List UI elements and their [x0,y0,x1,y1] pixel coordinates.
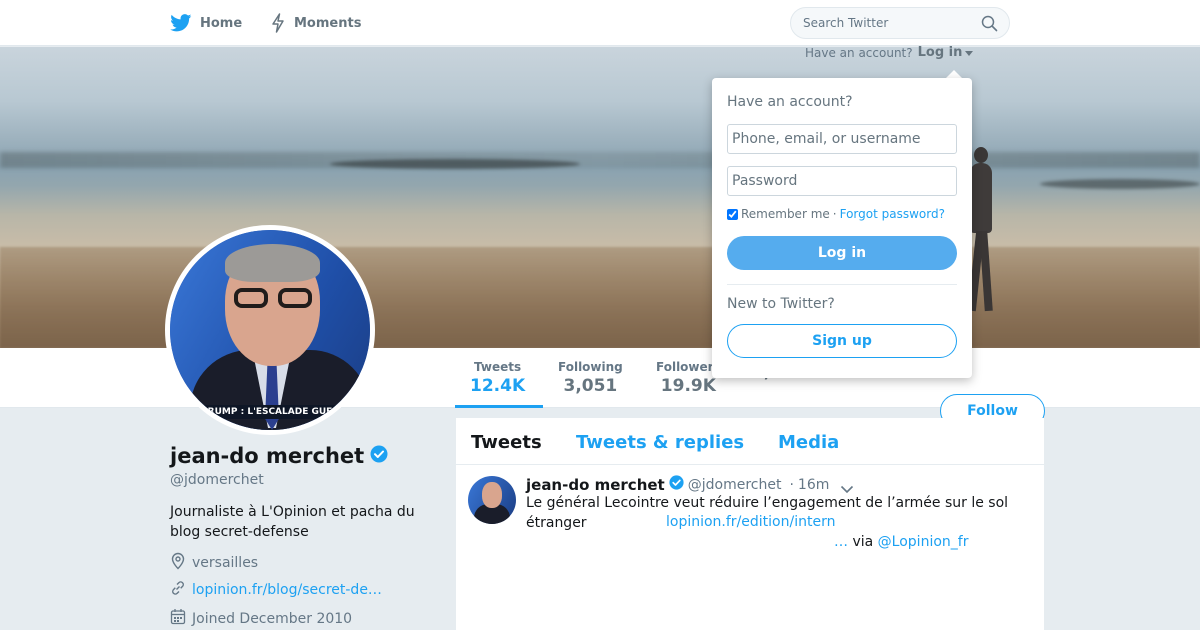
joined-text: Joined December 2010 [192,610,353,627]
tweet-header: jean-do merchet @jdomerchet · 16m [526,475,829,494]
nav-home-label: Home [200,15,243,31]
top-navigation: Home Moments [0,0,1200,46]
stat-label: Tweets [474,360,522,374]
timeline: Tweets Tweets & replies Media jean-do me… [456,418,1044,630]
stat-value: 19.9K [660,376,716,396]
chevron-down-icon [965,45,974,60]
remember-separator: · [832,207,837,221]
signup-button[interactable]: Sign up [727,324,957,358]
nav-moments[interactable]: Moments [270,0,361,46]
tweet-via: … via @Lopinion_fr [834,534,968,550]
stat-following[interactable]: Following 3,051 [558,360,623,396]
account-bar: Have an account? Log in [805,45,974,60]
tweet-author-handle[interactable]: @jdomerchet [688,477,782,493]
stat-value: 3,051 [563,376,618,396]
login-dropdown: Have an account? Remember me · Forgot pa… [712,78,972,378]
profile-website: lopinion.fr/blog/secret-de… [170,580,382,600]
link-icon [170,580,186,600]
avatar[interactable]: RUMP : L'ESCALADE GUE [165,225,375,435]
tweet-avatar[interactable] [468,476,516,524]
password-field[interactable] [727,166,957,196]
tweet-via-word: via [852,534,874,550]
profile-name-row: jean-do merchet [170,444,440,468]
profile-name[interactable]: jean-do merchet [170,444,364,468]
account-prompt: Have an account? [805,45,913,60]
tweet-separator: · [789,476,794,493]
profile-bio: Journaliste à L'Opinion et pacha du blog… [170,504,415,540]
tweet-via-ellipsis[interactable]: … [834,534,848,550]
verified-badge-icon [370,444,388,468]
tweet-link[interactable]: lopinion.fr/edition/intern [666,514,835,530]
search-box [790,7,1010,39]
search-input[interactable] [803,8,973,38]
banner-rock [330,159,580,169]
tweet-via-handle[interactable]: @Lopinion_fr [878,534,969,550]
banner-wave [0,152,1200,168]
profile-handle[interactable]: @jdomerchet [170,472,440,488]
login-button[interactable]: Log in [727,236,957,270]
stat-value: 12.4K [470,376,526,396]
website-link[interactable]: lopinion.fr/blog/secret-de… [192,582,382,598]
tab-tweets[interactable]: Tweets [471,432,542,453]
timeline-tabs: Tweets Tweets & replies Media [456,418,1044,465]
username-field[interactable] [727,124,957,154]
profile-card: jean-do merchet @jdomerchet Journaliste … [170,444,440,627]
tab-tweets-replies[interactable]: Tweets & replies [576,432,744,453]
tab-media[interactable]: Media [778,432,839,453]
tweet[interactable]: jean-do merchet @jdomerchet · 16m Le gén… [456,465,1044,630]
avatar-caption: RUMP : L'ESCALADE GUE [170,405,370,419]
stat-label: Following [558,360,623,374]
verified-badge-icon [669,475,684,494]
nav-moments-label: Moments [294,15,362,31]
twitter-bird-icon [170,14,192,32]
stat-tweets[interactable]: Tweets 12.4K [470,360,525,396]
new-to-twitter-label: New to Twitter? [727,296,835,312]
location-text: versailles [192,555,259,571]
active-stat-indicator [455,405,543,408]
banner-rock [1040,179,1200,189]
tweet-timestamp[interactable]: 16m [798,477,829,493]
profile-joined: Joined December 2010 [170,608,352,629]
stat-followers[interactable]: Followers 19.9K [656,360,721,396]
login-toggle-label: Log in [917,45,963,60]
remember-me-label[interactable]: Remember me [741,207,830,221]
remember-me-checkbox[interactable] [727,208,738,220]
forgot-password-link[interactable]: Forgot password? [840,207,945,221]
search-icon[interactable] [981,15,998,36]
dropdown-divider [727,284,957,285]
remember-row: Remember me · Forgot password? [727,207,945,221]
dropdown-title: Have an account? [727,94,853,110]
profile-location: versailles [170,552,258,574]
lightning-icon [270,13,286,33]
location-pin-icon [170,552,186,574]
login-dropdown-toggle[interactable]: Log in [918,45,974,60]
tweet-author-name[interactable]: jean-do merchet [526,476,665,494]
calendar-icon [170,608,186,629]
stat-label: Followers [656,360,721,374]
dropdown-arrow [946,70,962,78]
nav-home[interactable]: Home [170,0,242,46]
